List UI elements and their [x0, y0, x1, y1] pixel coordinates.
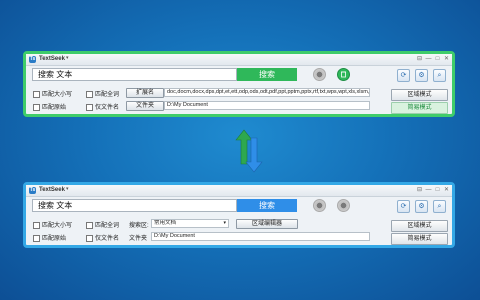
refresh-icon[interactable]: ⟳	[397, 69, 410, 82]
match-whole-label: 匹配全词	[95, 223, 120, 229]
app-title: TextSeek	[39, 187, 65, 193]
swap-arrows-icon	[235, 129, 263, 173]
match-case-checkbox[interactable]: 匹配大小写	[33, 89, 72, 98]
titlebar: Ts TextSeek ▾ ⊟ — □ ✕	[26, 185, 452, 197]
filename-only-checkbox[interactable]: 仅文件名	[86, 102, 119, 111]
checkbox-box[interactable]	[33, 90, 40, 98]
search-range-value: 常用文档	[154, 220, 177, 226]
titlebar: Ts TextSeek ▾ ⊟ — □ ✕	[26, 54, 452, 66]
match-regex-label: 匹配原始	[42, 105, 67, 111]
checkbox-box[interactable]	[33, 103, 40, 111]
filename-only-label: 仅文件名	[95, 105, 120, 111]
checkbox-box[interactable]	[86, 234, 93, 242]
folder-button[interactable]: 文件夹	[126, 101, 164, 111]
match-regex-checkbox[interactable]: 匹配原始	[33, 233, 66, 242]
minimize-button[interactable]: —	[424, 186, 433, 194]
extension-button[interactable]: 扩展名	[126, 88, 164, 98]
folder-label: 文件夹	[129, 236, 148, 242]
app-logo-icon: Ts	[29, 56, 36, 63]
match-case-checkbox[interactable]: 匹配大小写	[33, 220, 72, 229]
textseek-window-top: Ts TextSeek ▾ ⊟ — □ ✕ 搜索 文本 搜索 匹配大小写 匹配全…	[23, 51, 455, 117]
filename-only-label: 仅文件名	[95, 236, 120, 242]
match-whole-label: 匹配全词	[95, 92, 120, 98]
refresh-icon[interactable]: ⟳	[397, 200, 410, 213]
simple-mode-button[interactable]: 简易模式	[391, 102, 448, 114]
filename-only-checkbox[interactable]: 仅文件名	[86, 233, 119, 242]
search-input[interactable]: 搜索 文本	[32, 199, 237, 212]
stop-icon[interactable]	[313, 199, 326, 212]
folder-field[interactable]: D:\My Document	[164, 101, 370, 110]
search-tool-icon[interactable]: ⌕	[433, 69, 446, 82]
checkbox-box[interactable]	[33, 221, 40, 229]
title-menu-arrow-icon[interactable]: ▾	[66, 186, 69, 192]
match-regex-label: 匹配原始	[42, 236, 67, 242]
trash-glyph-icon	[341, 71, 346, 78]
match-whole-checkbox[interactable]: 匹配全词	[86, 220, 119, 229]
checkbox-box[interactable]	[86, 103, 93, 111]
maximize-button[interactable]: □	[433, 55, 442, 63]
search-range-label: 搜索区:	[129, 223, 149, 229]
pin-button[interactable]: ⊟	[415, 55, 424, 63]
close-button[interactable]: ✕	[442, 186, 451, 194]
region-mode-button[interactable]: 区域模式	[391, 89, 448, 101]
checkbox-box[interactable]	[86, 221, 93, 229]
app-title: TextSeek	[39, 56, 65, 62]
region-editor-button[interactable]: 区域编辑器	[236, 219, 298, 229]
extension-field[interactable]: doc,docm,docx,dps,dpt,et,ett,odp,ods,odt…	[164, 88, 370, 97]
settings-icon[interactable]: ⚙	[415, 69, 428, 82]
folder-field[interactable]: D:\My Document	[151, 232, 370, 241]
chevron-down-icon[interactable]: ▾	[223, 220, 226, 227]
settings-icon[interactable]: ⚙	[415, 200, 428, 213]
simple-mode-button[interactable]: 简易模式	[391, 233, 448, 245]
match-case-label: 匹配大小写	[42, 92, 73, 98]
textseek-window-bottom: Ts TextSeek ▾ ⊟ — □ ✕ 搜索 文本 搜索 匹配大小写 匹配全…	[23, 182, 455, 248]
app-logo-icon: Ts	[29, 187, 36, 194]
close-button[interactable]: ✕	[442, 55, 451, 63]
search-input[interactable]: 搜索 文本	[32, 68, 237, 81]
minimize-button[interactable]: —	[424, 55, 433, 63]
checkbox-box[interactable]	[86, 90, 93, 98]
trash-icon[interactable]	[337, 199, 350, 212]
checkbox-box[interactable]	[33, 234, 40, 242]
title-menu-arrow-icon[interactable]: ▾	[66, 55, 69, 61]
stop-icon[interactable]	[313, 68, 326, 81]
region-mode-button[interactable]: 区域模式	[391, 220, 448, 232]
maximize-button[interactable]: □	[433, 186, 442, 194]
search-range-select[interactable]: 常用文档 ▾	[151, 219, 229, 228]
match-regex-checkbox[interactable]: 匹配原始	[33, 102, 66, 111]
pin-button[interactable]: ⊟	[415, 186, 424, 194]
match-whole-checkbox[interactable]: 匹配全词	[86, 89, 119, 98]
trash-icon[interactable]	[337, 68, 350, 81]
search-button[interactable]: 搜索	[237, 199, 297, 212]
match-case-label: 匹配大小写	[42, 223, 73, 229]
search-button[interactable]: 搜索	[237, 68, 297, 81]
search-tool-icon[interactable]: ⌕	[433, 200, 446, 213]
